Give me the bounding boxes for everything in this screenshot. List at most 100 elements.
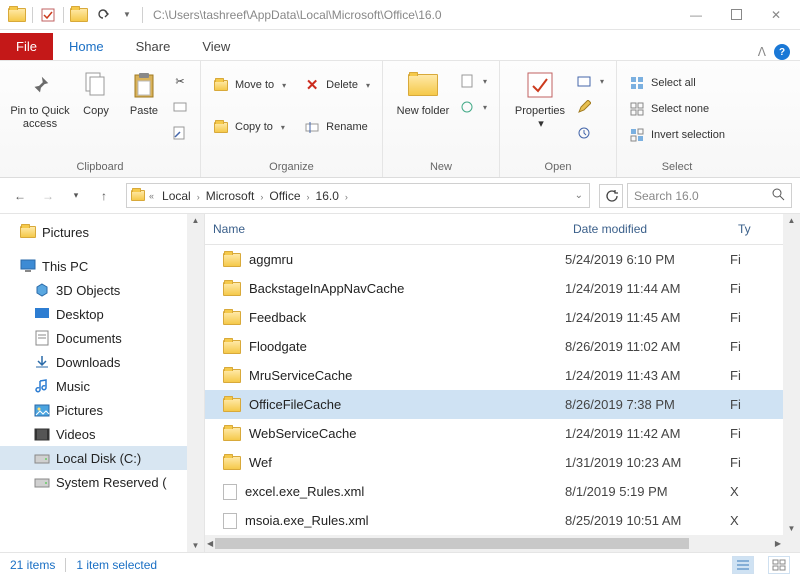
nav-item[interactable]: Desktop [0, 302, 204, 326]
navigation-pane: Pictures This PC3D ObjectsDesktopDocument… [0, 214, 205, 552]
breadcrumb-segment[interactable]: Local [158, 189, 195, 203]
copy-path-button[interactable] [168, 97, 192, 117]
forward-button[interactable]: → [36, 184, 60, 208]
folder-icon [223, 311, 241, 325]
shortcut-icon [172, 125, 188, 141]
item-count: 21 items [10, 558, 55, 572]
window-title: C:\Users\tashreef\AppData\Local\Microsof… [153, 8, 442, 22]
thumbnails-view-button[interactable] [768, 556, 790, 574]
maximize-button[interactable] [716, 1, 756, 29]
history-button[interactable] [572, 123, 608, 143]
nav-item[interactable]: Local Disk (C:) [0, 446, 204, 470]
copy-to-button[interactable]: Copy to▾ [209, 117, 290, 137]
minimize-button[interactable]: — [676, 1, 716, 29]
details-view-button[interactable] [732, 556, 754, 574]
paste-shortcut-button[interactable] [168, 123, 192, 143]
nav-item[interactable]: Music [0, 374, 204, 398]
recent-locations-button[interactable]: ▾ [64, 184, 88, 208]
chevron-icon[interactable]: « [147, 191, 156, 201]
rename-button[interactable]: Rename [300, 117, 374, 137]
down-icon [34, 354, 50, 370]
disk-icon [34, 474, 50, 490]
select-all-button[interactable]: Select all [625, 73, 729, 93]
file-v-scrollbar[interactable]: ▲▼ [783, 214, 800, 535]
copy-path-icon [172, 99, 188, 115]
table-row[interactable]: Wef1/31/2019 10:23 AMFi [205, 448, 800, 477]
invert-selection-icon [629, 127, 645, 143]
paste-button[interactable]: Paste [120, 65, 168, 118]
select-none-button[interactable]: Select none [625, 99, 729, 119]
column-headers[interactable]: Name Date modified Ty [205, 214, 800, 245]
breadcrumb[interactable]: « Local›Microsoft›Office›16.0› ⌄ [126, 183, 590, 208]
nav-item[interactable]: Pictures [0, 220, 204, 244]
breadcrumb-segment[interactable]: Office [265, 189, 304, 203]
tab-view[interactable]: View [186, 33, 246, 60]
ribbon: Pin to Quick access Copy Paste ✂ Clipboa… [0, 60, 800, 178]
help-icon[interactable]: ? [774, 44, 790, 60]
undo-icon[interactable] [94, 6, 112, 24]
delete-button[interactable]: ✕Delete▾ [300, 75, 374, 95]
nav-item[interactable]: Downloads [0, 350, 204, 374]
search-input[interactable]: Search 16.0 [627, 183, 792, 208]
back-button[interactable]: ← [8, 184, 32, 208]
pin-button[interactable]: Pin to Quick access [8, 65, 72, 130]
file-h-scrollbar[interactable]: ◀▶ [205, 535, 783, 552]
chevron-right-icon[interactable]: › [195, 192, 202, 202]
select-none-icon [629, 101, 645, 117]
edit-button[interactable] [572, 97, 608, 117]
pics-icon [34, 402, 50, 418]
table-row[interactable]: MruServiceCache1/24/2019 11:43 AMFi [205, 361, 800, 390]
breadcrumb-segment[interactable]: 16.0 [312, 189, 343, 203]
move-to-icon [213, 77, 229, 93]
new-folder-qat-icon[interactable] [70, 6, 88, 24]
table-row[interactable]: msoia.exe_Rules.xml8/25/2019 10:51 AMX [205, 506, 800, 535]
nav-item[interactable]: Documents [0, 326, 204, 350]
delete-icon: ✕ [304, 77, 320, 93]
breadcrumb-segment[interactable]: Microsoft [202, 189, 259, 203]
group-new-label: New [391, 159, 491, 175]
table-row[interactable]: Feedback1/24/2019 11:45 AMFi [205, 303, 800, 332]
address-bar-row: ← → ▾ ↑ « Local›Microsoft›Office›16.0› ⌄… [0, 178, 800, 214]
nav-item[interactable]: System Reserved ( [0, 470, 204, 494]
open-icon [576, 73, 592, 89]
folder-icon [223, 282, 241, 296]
new-item-icon [459, 73, 475, 89]
easy-access-button[interactable]: ▾ [455, 97, 491, 117]
move-to-button[interactable]: Move to▾ [209, 75, 290, 95]
disk-icon [34, 450, 50, 466]
copy-button[interactable]: Copy [72, 65, 120, 118]
new-item-button[interactable]: ▾ [455, 71, 491, 91]
chevron-down-icon[interactable]: ⌄ [573, 190, 585, 201]
table-row[interactable]: BackstageInAppNavCache1/24/2019 11:44 AM… [205, 274, 800, 303]
history-icon [576, 125, 592, 141]
nav-item[interactable]: This PC [0, 254, 204, 278]
collapse-ribbon-icon[interactable]: ᐱ [758, 45, 766, 59]
properties-button[interactable]: Properties▾ [508, 65, 572, 130]
close-button[interactable]: ✕ [756, 1, 796, 29]
chevron-right-icon[interactable]: › [305, 192, 312, 202]
table-row[interactable]: OfficeFileCache8/26/2019 7:38 PMFi [205, 390, 800, 419]
table-row[interactable]: Floodgate8/26/2019 11:02 AMFi [205, 332, 800, 361]
qat-dropdown-icon[interactable]: ▼ [118, 6, 136, 24]
rename-icon [304, 119, 320, 135]
cut-button[interactable]: ✂ [168, 71, 192, 91]
properties-qat-icon[interactable] [39, 6, 57, 24]
open-button[interactable]: ▾ [572, 71, 608, 91]
tab-file[interactable]: File [0, 33, 53, 60]
table-row[interactable]: aggmru5/24/2019 6:10 PMFi [205, 245, 800, 274]
file-icon [223, 513, 237, 529]
nav-item[interactable]: 3D Objects [0, 278, 204, 302]
tab-home[interactable]: Home [53, 33, 120, 60]
new-folder-button[interactable]: New folder [391, 65, 455, 118]
table-row[interactable]: excel.exe_Rules.xml8/1/2019 5:19 PMX [205, 477, 800, 506]
nav-scrollbar[interactable]: ▲▼ [187, 214, 204, 552]
nav-item[interactable]: Videos [0, 422, 204, 446]
nav-item[interactable]: Pictures [0, 398, 204, 422]
chevron-right-icon[interactable]: › [343, 192, 350, 202]
tab-share[interactable]: Share [120, 33, 187, 60]
up-button[interactable]: ↑ [92, 184, 116, 208]
file-icon [223, 484, 237, 500]
table-row[interactable]: WebServiceCache1/24/2019 11:42 AMFi [205, 419, 800, 448]
invert-selection-button[interactable]: Invert selection [625, 125, 729, 145]
refresh-button[interactable] [599, 184, 623, 208]
